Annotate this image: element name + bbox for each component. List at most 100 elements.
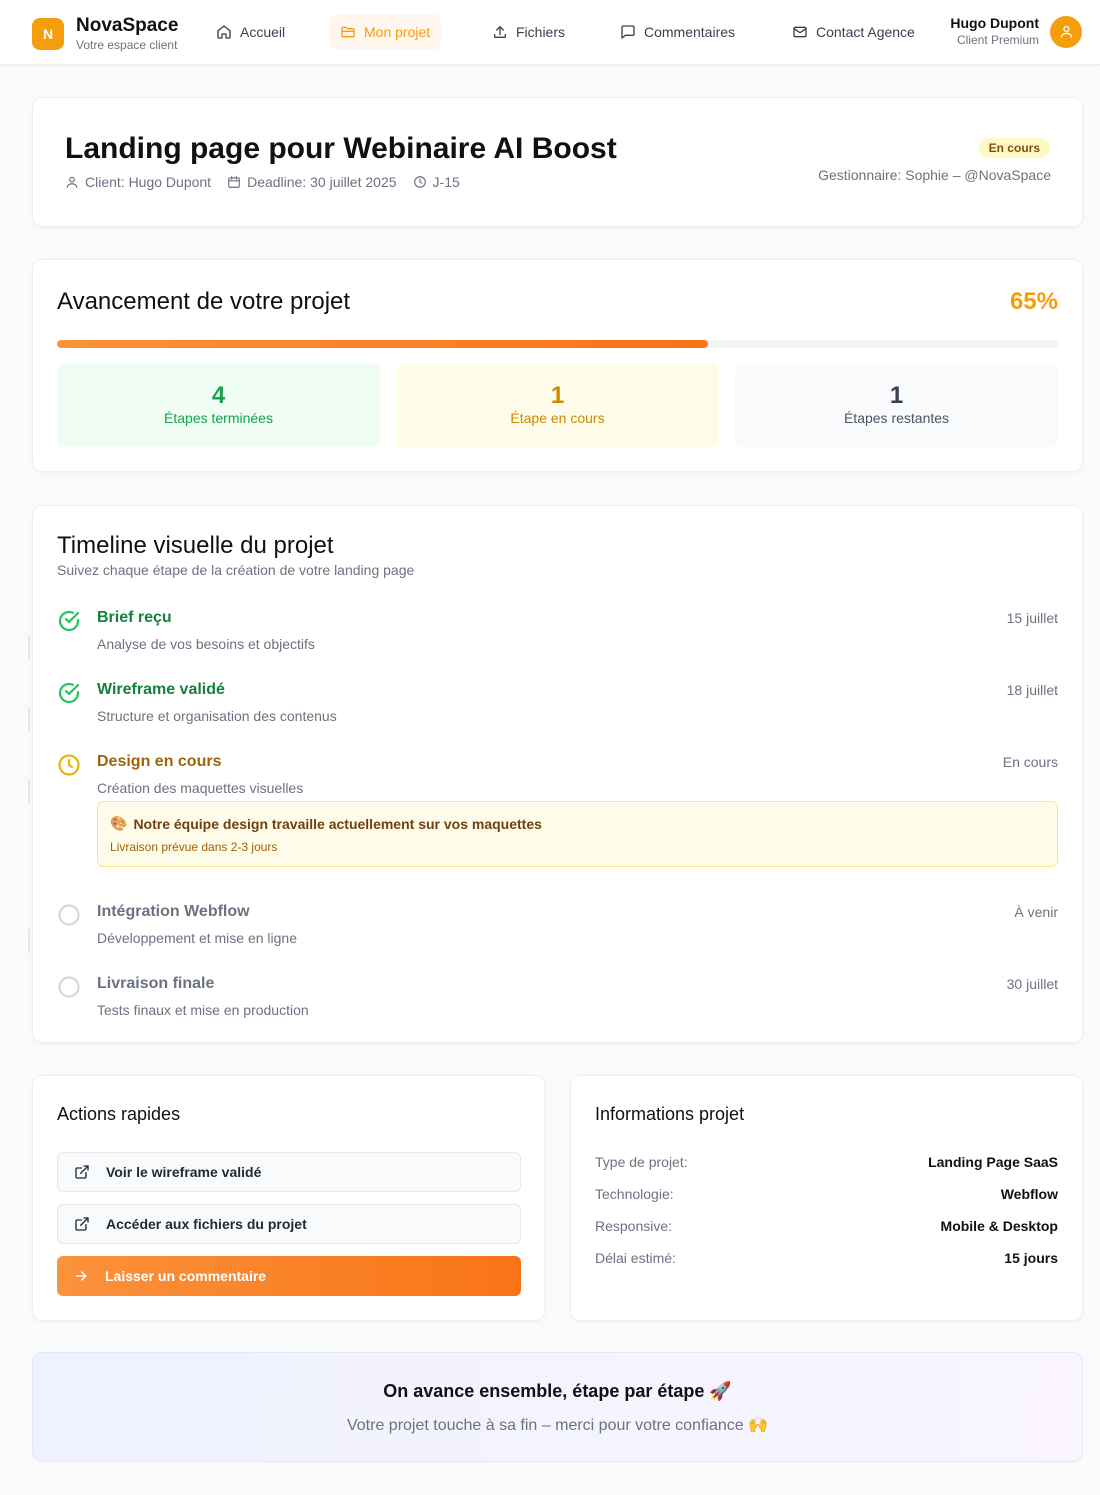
view-wireframe-button[interactable]: Voir le wireframe validé	[57, 1152, 521, 1192]
step-title: Wireframe validé	[97, 681, 225, 698]
step-date: En cours	[1002, 754, 1058, 770]
banner-title: On avance ensemble, étape par étape 🚀	[383, 1381, 732, 1401]
encouragement-banner: On avance ensemble, étape par étape 🚀 Vo…	[32, 1352, 1083, 1462]
check-circle-icon	[58, 682, 80, 704]
step-title: Intégration Webflow	[97, 903, 250, 920]
info-value: Mobile & Desktop	[940, 1218, 1058, 1234]
nav-item-accueil[interactable]: Accueil	[205, 14, 296, 50]
button-label: Voir le wireframe validé	[106, 1164, 262, 1180]
nav-label: Contact Agence	[816, 24, 915, 40]
avatar[interactable]	[1050, 15, 1082, 48]
mail-icon	[793, 26, 807, 38]
progress-title: Avancement de votre projet	[57, 288, 351, 315]
project-header-card: Landing page pour Webinaire AI Boost Cli…	[32, 97, 1083, 227]
quick-actions-title: Actions rapides	[57, 1104, 181, 1124]
step-description: Analyse de vos besoins et objectifs	[97, 636, 315, 652]
brand-logo: N	[32, 17, 64, 50]
clock-icon	[413, 176, 426, 188]
nav-label: Mon projet	[364, 24, 431, 40]
step-title: Design en cours	[97, 753, 222, 770]
arrow-right-icon	[75, 1271, 87, 1281]
nav-item-fichiers[interactable]: Fichiers	[481, 14, 576, 50]
project-info-title: Informations projet	[595, 1104, 745, 1124]
nav-label: Fichiers	[516, 24, 566, 40]
notice-subtitle: Livraison prévue dans 2-3 jours	[110, 840, 278, 854]
access-files-button[interactable]: Accéder aux fichiers du projet	[57, 1204, 521, 1244]
external-link-icon	[75, 1165, 89, 1179]
timeline-marker	[28, 779, 30, 803]
notice-title-text: Notre équipe design travaille actuelleme…	[133, 815, 542, 832]
calendar-icon	[228, 176, 240, 188]
quick-actions-card: Actions rapides Voir le wireframe validé…	[32, 1075, 545, 1321]
stat-label: Étapes restantes	[843, 410, 950, 426]
progress-bar-fill	[57, 340, 708, 348]
step-title: Livraison finale	[97, 975, 215, 992]
step-date: 30 juillet	[1006, 976, 1058, 992]
timeline-marker	[28, 635, 30, 659]
info-value: Webflow	[1000, 1186, 1058, 1202]
step-date: 15 juillet	[1006, 610, 1058, 626]
banner-subtitle: Votre projet touche à sa fin – merci pou…	[346, 1417, 769, 1434]
info-row-delay: Délai estimé: 15 jours	[595, 1250, 1058, 1266]
folder-icon	[341, 26, 355, 38]
project-info-card: Informations projet Type de projet: Land…	[570, 1075, 1083, 1321]
brand-subtitle: Votre espace client	[76, 38, 178, 52]
empty-circle-icon	[58, 976, 80, 998]
clock-icon	[58, 754, 80, 776]
step-title: Brief reçu	[97, 609, 172, 626]
user-role: Client Premium	[956, 33, 1039, 47]
user-menu[interactable]: Hugo Dupont Client Premium	[950, 15, 1082, 48]
stat-remaining: 1 Étapes restantes	[735, 364, 1058, 447]
stat-in-progress: 1 Étape en cours	[396, 364, 719, 447]
info-key: Type de projet:	[595, 1154, 688, 1170]
leave-comment-button[interactable]: Laisser un commentaire	[57, 1256, 521, 1296]
progress-bar	[57, 340, 1058, 348]
step-date: À venir	[1014, 904, 1058, 920]
step-description: Création des maquettes visuelles	[97, 780, 304, 796]
stat-value: 4	[211, 382, 226, 409]
info-key: Responsive:	[595, 1218, 673, 1234]
info-row-responsive: Responsive: Mobile & Desktop	[595, 1218, 1058, 1234]
brand[interactable]: N NovaSpace Votre espace client	[32, 15, 178, 52]
nav-label: Commentaires	[644, 24, 736, 40]
step-description: Développement et mise en ligne	[97, 930, 298, 946]
progress-card: Avancement de votre projet 65% 4 Étapes …	[32, 259, 1083, 472]
brand-name: NovaSpace	[76, 15, 179, 36]
status-badge: En cours	[978, 138, 1050, 158]
stat-label: Étape en cours	[510, 410, 605, 426]
nav-item-mon-projet[interactable]: Mon projet	[329, 14, 442, 50]
home-icon	[217, 25, 231, 39]
timeline-marker	[28, 707, 30, 731]
stat-value: 1	[889, 382, 904, 409]
comment-icon	[621, 25, 635, 39]
timeline-card: Timeline visuelle du projet Suivez chaqu…	[32, 505, 1083, 1043]
button-label: Laisser un commentaire	[105, 1268, 267, 1284]
empty-circle-icon	[58, 904, 80, 926]
info-value: Landing Page SaaS	[928, 1154, 1058, 1170]
step-description: Tests finaux et mise en production	[97, 1002, 309, 1018]
external-link-icon	[75, 1217, 89, 1231]
check-circle-icon	[58, 610, 80, 632]
button-label: Accéder aux fichiers du projet	[106, 1216, 307, 1232]
nav-item-contact-agence[interactable]: Contact Agence	[781, 14, 926, 50]
client-text: Client: Hugo Dupont	[85, 174, 212, 190]
info-key: Délai estimé:	[595, 1250, 676, 1266]
countdown-text: J-15	[432, 174, 460, 190]
step-description: Structure et organisation des contenus	[97, 708, 337, 724]
stat-value: 1	[550, 382, 565, 409]
project-title: Landing page pour Webinaire AI Boost	[65, 132, 617, 165]
user-name: Hugo Dupont	[950, 15, 1039, 31]
info-row-type: Type de projet: Landing Page SaaS	[595, 1154, 1058, 1170]
meta-countdown: J-15	[413, 174, 460, 190]
palette-icon: 🎨	[110, 815, 128, 831]
user-icon	[1060, 25, 1072, 38]
timeline-title: Timeline visuelle du projet	[57, 532, 334, 559]
design-notice: 🎨 Notre équipe design travaille actuelle…	[97, 801, 1058, 867]
nav-item-commentaires[interactable]: Commentaires	[609, 14, 746, 50]
notice-title: 🎨 Notre équipe design travaille actuelle…	[110, 815, 542, 832]
deadline-text: Deadline: 30 juillet 2025	[247, 174, 397, 190]
info-key: Technologie:	[595, 1186, 674, 1202]
nav-label: Accueil	[240, 24, 286, 40]
progress-percent: 65%	[1009, 288, 1058, 315]
timeline-marker	[28, 929, 30, 953]
